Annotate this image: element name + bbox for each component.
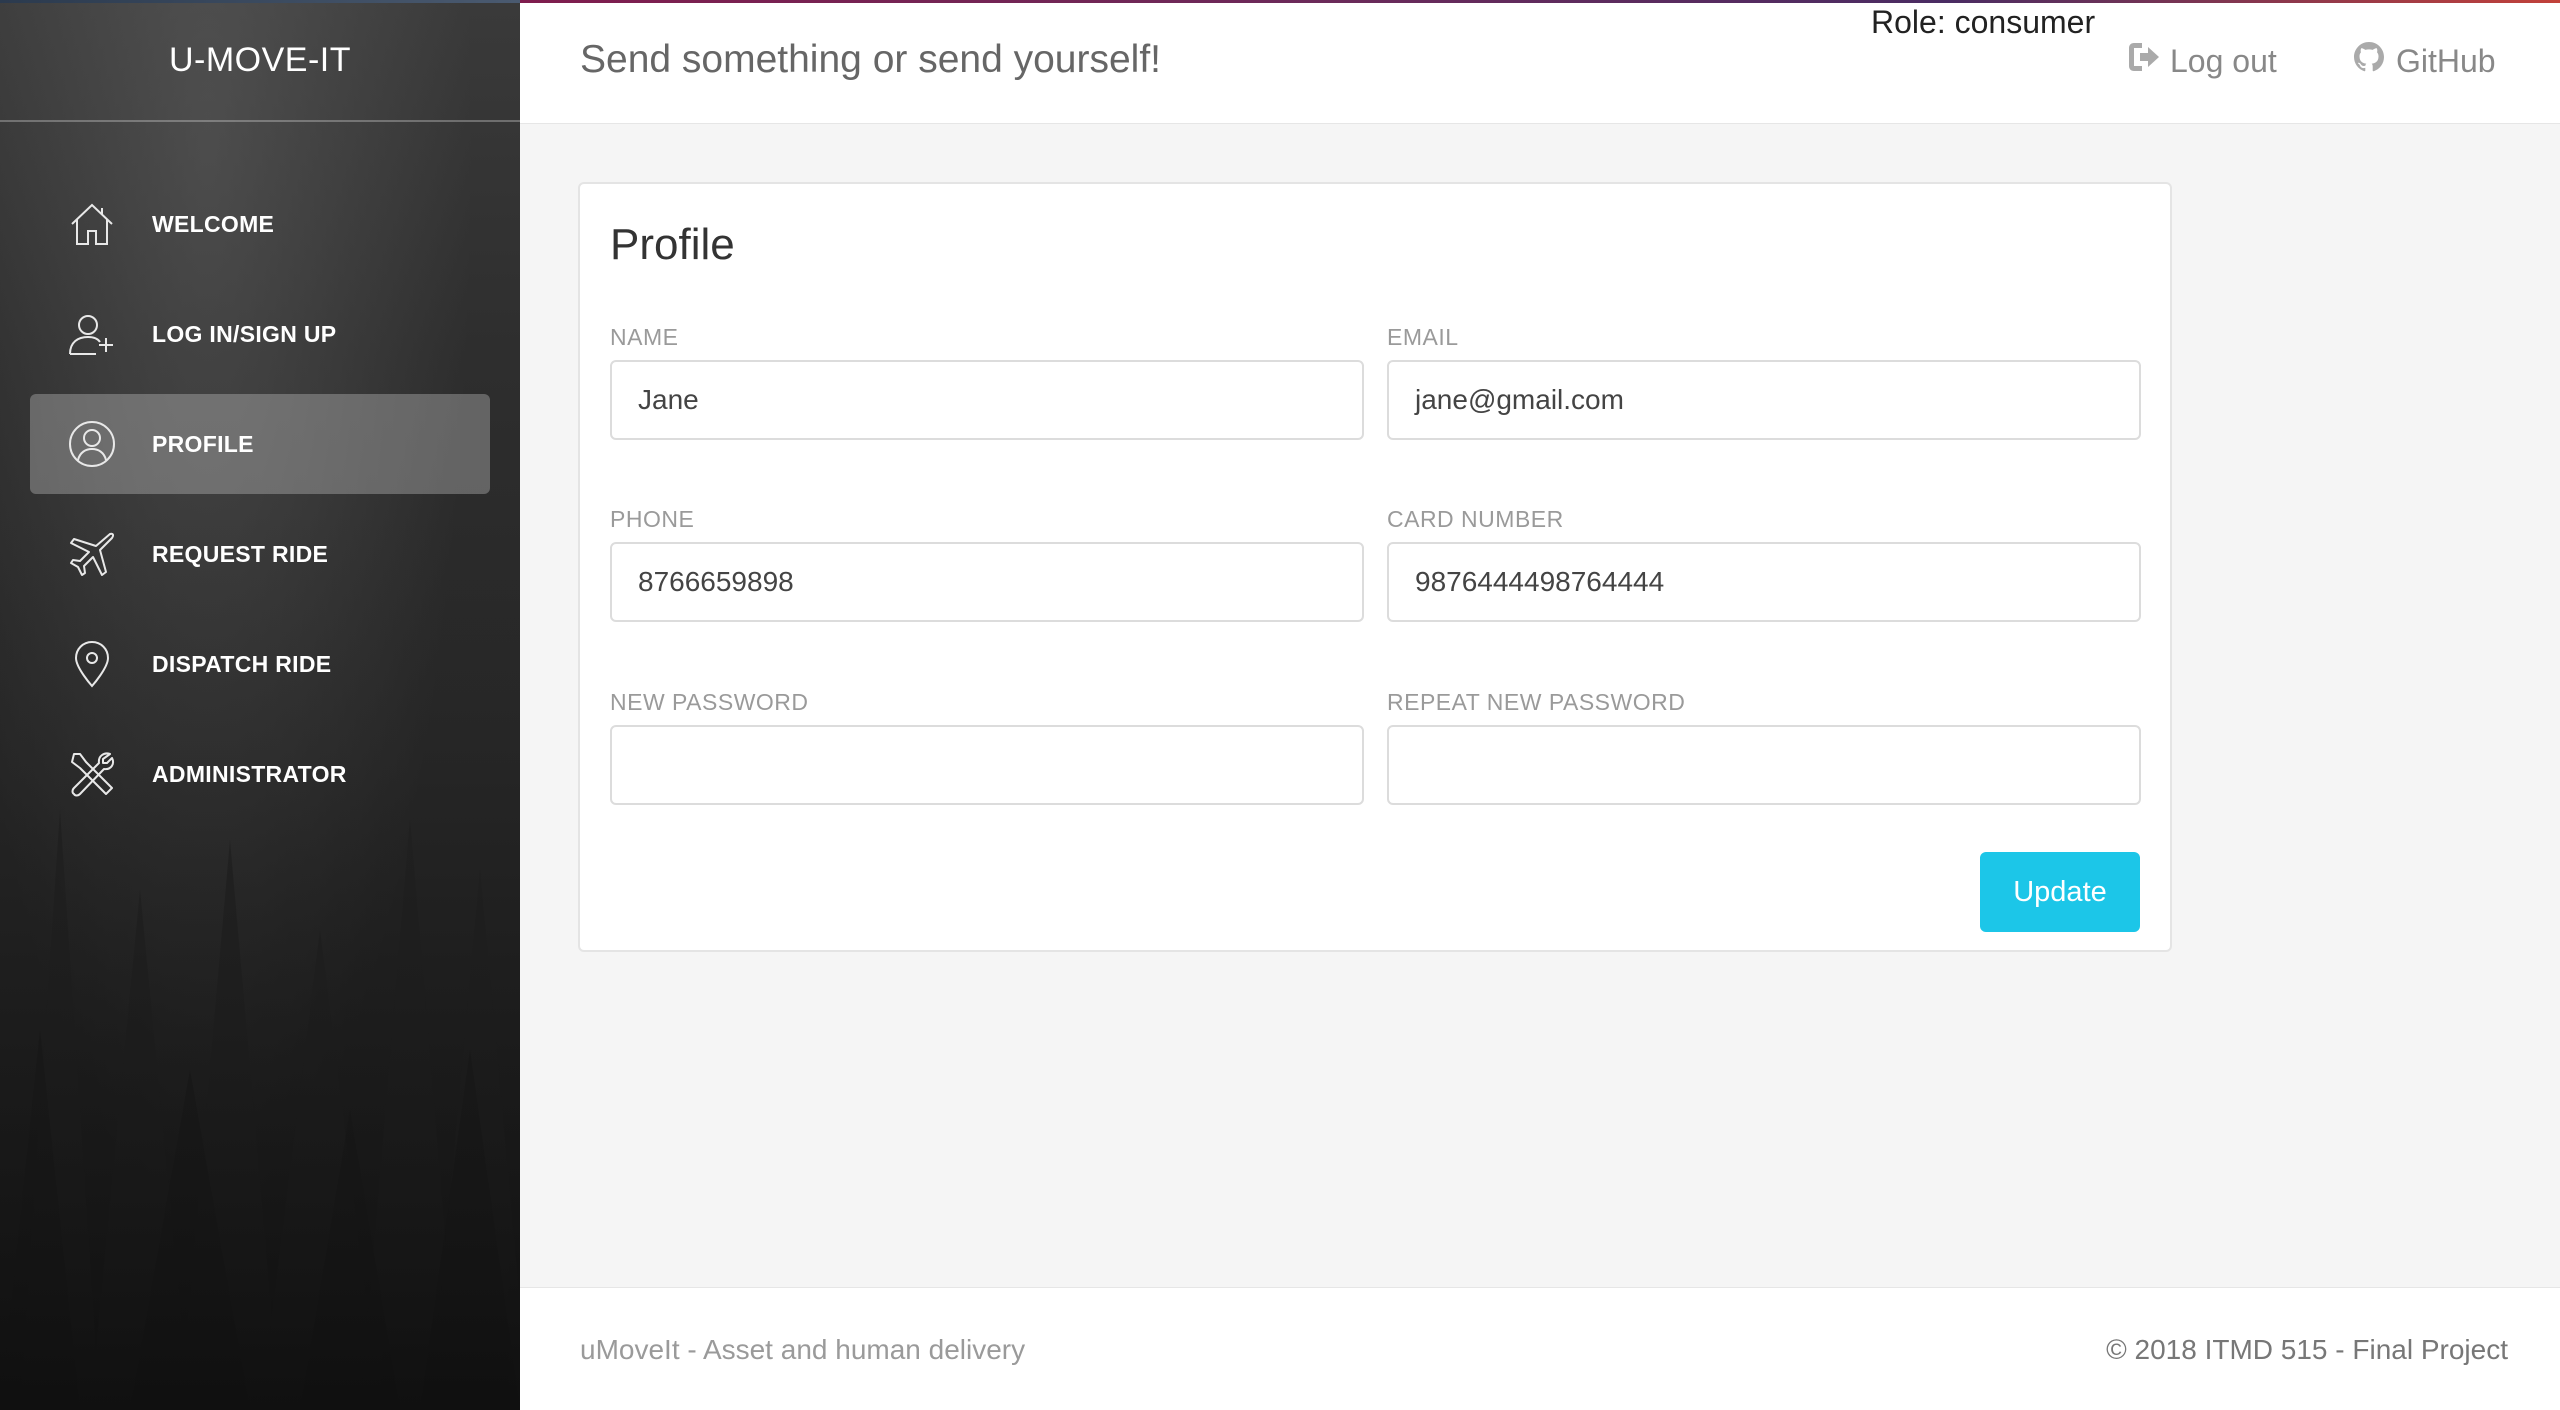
sidebar-item-label: DISPATCH RIDE [152, 650, 332, 677]
card-number-label: CARD NUMBER [1387, 506, 1564, 532]
sidebar-nav: WELCOME LOG IN/SIGN UP PROFILE REQUEST R… [30, 174, 490, 834]
sidebar-item-welcome[interactable]: WELCOME [30, 174, 490, 274]
map-pin-icon [66, 638, 118, 690]
new-password-field-group: NEW PASSWORD [610, 689, 1364, 805]
repeat-password-label: REPEAT NEW PASSWORD [1387, 689, 1686, 715]
airplane-icon [66, 528, 118, 580]
logout-icon [2126, 40, 2170, 82]
github-icon [2352, 40, 2396, 82]
new-password-label: NEW PASSWORD [610, 689, 809, 715]
home-icon [66, 198, 118, 250]
github-link[interactable]: GitHub [2352, 40, 2496, 82]
sidebar-item-login-signup[interactable]: LOG IN/SIGN UP [30, 284, 490, 384]
new-password-input[interactable] [610, 725, 1364, 805]
logout-label: Log out [2170, 42, 2277, 79]
sidebar-item-profile[interactable]: PROFILE [30, 394, 490, 494]
footer-copyright: © 2018 ITMD 515 - Final Project [2106, 1334, 2508, 1365]
sidebar-item-dispatch-ride[interactable]: DISPATCH RIDE [30, 614, 490, 714]
app-brand[interactable]: U-MOVE-IT [0, 0, 520, 122]
profile-title: Profile [610, 220, 735, 269]
sidebar-item-label: WELCOME [152, 210, 275, 237]
repeat-password-input[interactable] [1387, 725, 2141, 805]
top-bar: Send something or send yourself! Role: c… [520, 0, 2560, 124]
sidebar-item-administrator[interactable]: ADMINISTRATOR [30, 724, 490, 824]
github-label: GitHub [2396, 42, 2496, 79]
add-user-icon [66, 308, 118, 360]
name-field-group: NAME Jane [610, 324, 1364, 440]
sidebar-item-label: ADMINISTRATOR [152, 760, 347, 787]
user-circle-icon [66, 418, 118, 470]
profile-card: Profile NAME Jane EMAIL jane@gmail.com P… [578, 182, 2172, 952]
footer: uMoveIt - Asset and human delivery © 201… [520, 1287, 2560, 1410]
email-input[interactable]: jane@gmail.com [1387, 360, 2141, 440]
card-number-field-group: CARD NUMBER 9876444498764444 [1387, 506, 2141, 622]
name-label: NAME [610, 324, 679, 350]
phone-field-group: PHONE 8766659898 [610, 506, 1364, 622]
sidebar-item-label: PROFILE [152, 430, 254, 457]
footer-tagline: uMoveIt - Asset and human delivery [580, 1334, 1026, 1365]
sidebar-item-label: REQUEST RIDE [152, 540, 329, 567]
phone-input[interactable]: 8766659898 [610, 542, 1364, 622]
sidebar: U-MOVE-IT WELCOME LOG IN/SIGN UP PROFILE… [0, 0, 520, 1410]
repeat-password-field-group: REPEAT NEW PASSWORD [1387, 689, 2141, 805]
tools-icon [66, 748, 118, 800]
update-button[interactable]: Update [1980, 852, 2140, 932]
phone-label: PHONE [610, 506, 695, 532]
sidebar-item-label: LOG IN/SIGN UP [152, 320, 337, 347]
name-input[interactable]: Jane [610, 360, 1364, 440]
page-title: Send something or send yourself! [580, 38, 1162, 81]
role-label: Role: consumer [1871, 4, 2096, 40]
email-field-group: EMAIL jane@gmail.com [1387, 324, 2141, 440]
sidebar-item-request-ride[interactable]: REQUEST RIDE [30, 504, 490, 604]
logout-button[interactable]: Log out [2126, 40, 2277, 82]
card-number-input[interactable]: 9876444498764444 [1387, 542, 2141, 622]
email-label: EMAIL [1387, 324, 1459, 350]
